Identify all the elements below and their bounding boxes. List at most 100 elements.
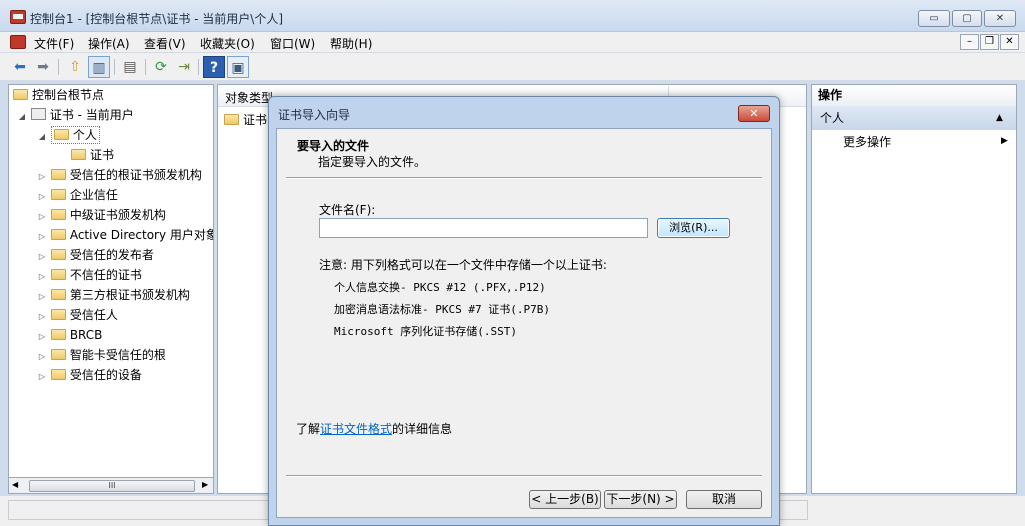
divider (286, 177, 762, 179)
column-header-object-type[interactable]: 对象类型 (225, 89, 273, 106)
collapsed-arrow-icon[interactable]: ▷ (37, 207, 47, 227)
folder-icon (50, 369, 66, 380)
menu-window[interactable]: 窗口(W) (270, 35, 315, 52)
menu-file[interactable]: 文件(F) (34, 35, 74, 52)
folder-icon (50, 209, 66, 220)
help-icon[interactable]: ? (203, 56, 225, 78)
tree-item[interactable]: ▷ 企业信任 (37, 185, 118, 205)
collapsed-arrow-icon[interactable]: ▷ (37, 367, 47, 387)
mdi-close-button[interactable]: ✕ (1000, 34, 1019, 50)
scrollbar-thumb[interactable]: III (29, 480, 195, 492)
tree-item-personal[interactable]: ◢ 个人 (37, 125, 100, 145)
tree-horizontal-scrollbar[interactable]: ◀ III ▶ (8, 477, 214, 494)
properties-icon[interactable]: ▤ (119, 56, 141, 78)
tree-item[interactable]: ▷ 受信任人 (37, 305, 118, 325)
actions-header: 操作 (812, 85, 1016, 106)
submenu-arrow-icon[interactable]: ▶ (1001, 136, 1008, 146)
tree-item[interactable]: ▷ 受信任的根证书颁发机构 (37, 165, 202, 185)
cancel-button[interactable]: 取消 (686, 490, 762, 509)
mdi-minimize-button[interactable]: – (960, 34, 979, 50)
collapse-up-icon[interactable]: ▲ (996, 106, 1003, 130)
console-icon[interactable]: ▣ (227, 56, 249, 78)
format-pfx: 个人信息交换- PKCS #12 (.PFX,.P12) (334, 281, 546, 294)
folder-icon (50, 329, 66, 340)
folder-icon (224, 114, 239, 125)
file-name-label: 文件名(F): (319, 203, 376, 217)
mdi-restore-button[interactable]: ❐ (980, 34, 999, 50)
more-actions-label: 更多操作 (843, 135, 892, 149)
folder-icon (50, 269, 66, 280)
menu-action[interactable]: 操作(A) (88, 35, 130, 52)
tree-item-personal-certificates[interactable]: 证书 (71, 145, 114, 165)
menu-help[interactable]: 帮助(H) (330, 35, 372, 52)
minimize-button[interactable]: ▭ (918, 10, 950, 27)
up-icon[interactable]: ⇧ (64, 56, 86, 78)
actions-section-personal[interactable]: 个人 ▲ (812, 106, 1016, 130)
show-tree-icon[interactable]: ▥ (88, 56, 110, 78)
folder-icon (53, 129, 69, 140)
tree-item[interactable]: ▷ 中级证书颁发机构 (37, 205, 166, 225)
mmc-menu-icon[interactable] (10, 35, 26, 49)
more-actions-item[interactable]: 更多操作 (843, 134, 891, 150)
collapsed-arrow-icon[interactable]: ▷ (37, 327, 47, 347)
formats-note: 注意: 用下列格式可以在一个文件中存储一个以上证书: (319, 258, 607, 272)
tree-item[interactable]: ▷ 不信任的证书 (37, 265, 142, 285)
dialog-close-button[interactable]: ✕ (738, 105, 770, 122)
close-window-button[interactable]: ✕ (984, 10, 1016, 27)
collapsed-arrow-icon[interactable]: ▷ (37, 167, 47, 187)
menu-favorites[interactable]: 收藏夹(O) (200, 35, 255, 52)
tree-item[interactable]: ▷ 受信任的设备 (37, 365, 142, 385)
collapsed-arrow-icon[interactable]: ▷ (37, 347, 47, 367)
tree-item[interactable]: ▷ Active Directory 用户对象 (37, 225, 214, 247)
scroll-right-icon[interactable]: ▶ (202, 480, 208, 489)
certificate-file-formats-link[interactable]: 证书文件格式 (320, 422, 392, 436)
tree-item[interactable]: ▷ 智能卡受信任的根 (37, 345, 166, 365)
next-button[interactable]: 下一步(N) > (604, 490, 677, 509)
back-button[interactable]: < 上一步(B) (529, 490, 601, 509)
folder-icon (50, 169, 66, 180)
tree-item-label: BRCB (69, 328, 103, 342)
browse-button[interactable]: 浏览(R)... (657, 218, 730, 238)
expanded-arrow-icon[interactable]: ◢ (37, 127, 47, 147)
tree-item-label: 证书 (90, 148, 115, 162)
collapsed-arrow-icon[interactable]: ▷ (37, 227, 47, 247)
divider (286, 475, 762, 477)
scroll-left-icon[interactable]: ◀ (12, 480, 18, 489)
tree-item[interactable]: ▷ 第三方根证书颁发机构 (37, 285, 190, 305)
toolbar-separator (145, 59, 146, 75)
tree-item-label: 不信任的证书 (69, 268, 142, 282)
maximize-button[interactable]: ▢ (952, 10, 982, 27)
tree-item-label: 个人 (72, 128, 97, 142)
collapsed-arrow-icon[interactable]: ▷ (37, 247, 47, 267)
console-tree: 控制台根节点 ◢ 证书 - 当前用户 ◢ 个人 证书 ▷ 受信任的根证书颁发机构… (8, 84, 214, 494)
folder-icon (50, 249, 66, 260)
mmc-app-icon (10, 10, 26, 24)
actions-pane (811, 84, 1017, 494)
collapsed-arrow-icon[interactable]: ▷ (37, 307, 47, 327)
tree-item-label: 控制台根节点 (32, 88, 105, 102)
tree-item-label: Active Directory 用户对象 (69, 228, 214, 242)
tree-item[interactable]: ▷ BRCB (37, 325, 103, 347)
tree-item-cert-store[interactable]: ◢ 证书 - 当前用户 (17, 105, 134, 125)
cert-store-icon (30, 108, 46, 120)
back-icon[interactable]: ⬅ (9, 56, 31, 78)
tree-item[interactable]: ▷ 受信任的发布者 (37, 245, 154, 265)
collapsed-arrow-icon[interactable]: ▷ (37, 267, 47, 287)
format-p7b: 加密消息语法标准- PKCS #7 证书(.P7B) (334, 303, 550, 316)
expanded-arrow-icon[interactable]: ◢ (17, 107, 27, 127)
export-icon[interactable]: ⇥ (173, 56, 195, 78)
more-info-suffix: 的详细信息 (392, 422, 453, 436)
file-name-input[interactable] (319, 218, 648, 238)
tree-item-label: 受信任人 (69, 308, 118, 322)
dialog-title: 证书导入向导 (278, 108, 351, 122)
collapsed-arrow-icon[interactable]: ▷ (37, 187, 47, 207)
collapsed-arrow-icon[interactable]: ▷ (37, 287, 47, 307)
tree-item-root[interactable]: 控制台根节点 (13, 85, 104, 105)
refresh-icon[interactable]: ⟳ (150, 56, 172, 78)
list-item[interactable]: 证书 (224, 111, 267, 128)
toolbar-separator (198, 59, 199, 75)
menu-view[interactable]: 查看(V) (144, 35, 186, 52)
more-info-prefix: 了解 (296, 422, 321, 436)
actions-section-label: 个人 (820, 111, 845, 125)
forward-icon[interactable]: ➡ (32, 56, 54, 78)
